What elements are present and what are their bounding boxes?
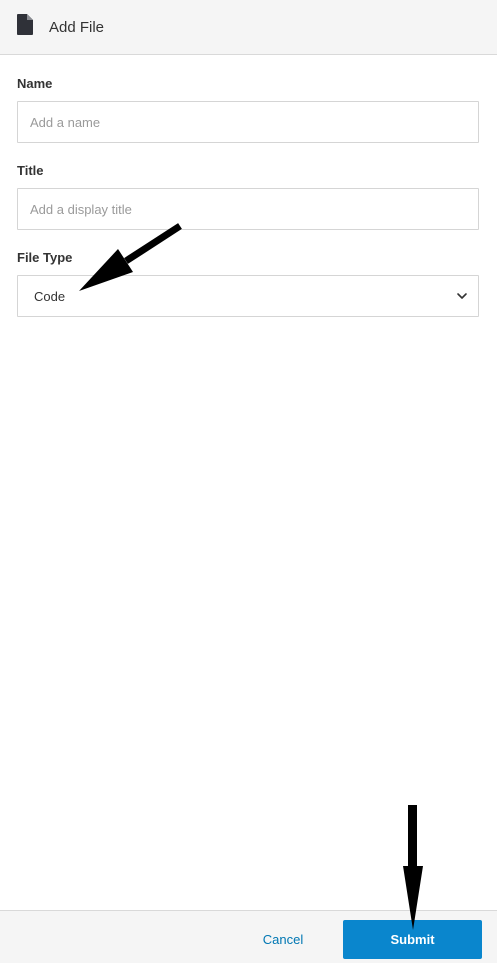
file-type-selected-value: Code xyxy=(34,289,66,304)
name-input[interactable] xyxy=(17,101,479,143)
file-type-label: File Type xyxy=(17,250,73,265)
panel-footer: Cancel Submit xyxy=(0,910,497,963)
document-icon xyxy=(17,14,33,35)
name-label: Name xyxy=(17,76,53,91)
page-title: Add File xyxy=(49,19,105,36)
title-label: Title xyxy=(17,163,44,178)
title-input[interactable] xyxy=(17,188,479,230)
panel-header: Add File xyxy=(0,0,497,55)
cancel-button[interactable]: Cancel xyxy=(244,920,322,958)
submit-button[interactable]: Submit xyxy=(343,920,482,959)
chevron-down-icon xyxy=(457,293,467,299)
annotation-overlay xyxy=(79,223,423,930)
add-file-panel: Add File Name Title File Type Code Cance… xyxy=(0,0,497,963)
file-type-select[interactable]: Code xyxy=(17,275,479,317)
